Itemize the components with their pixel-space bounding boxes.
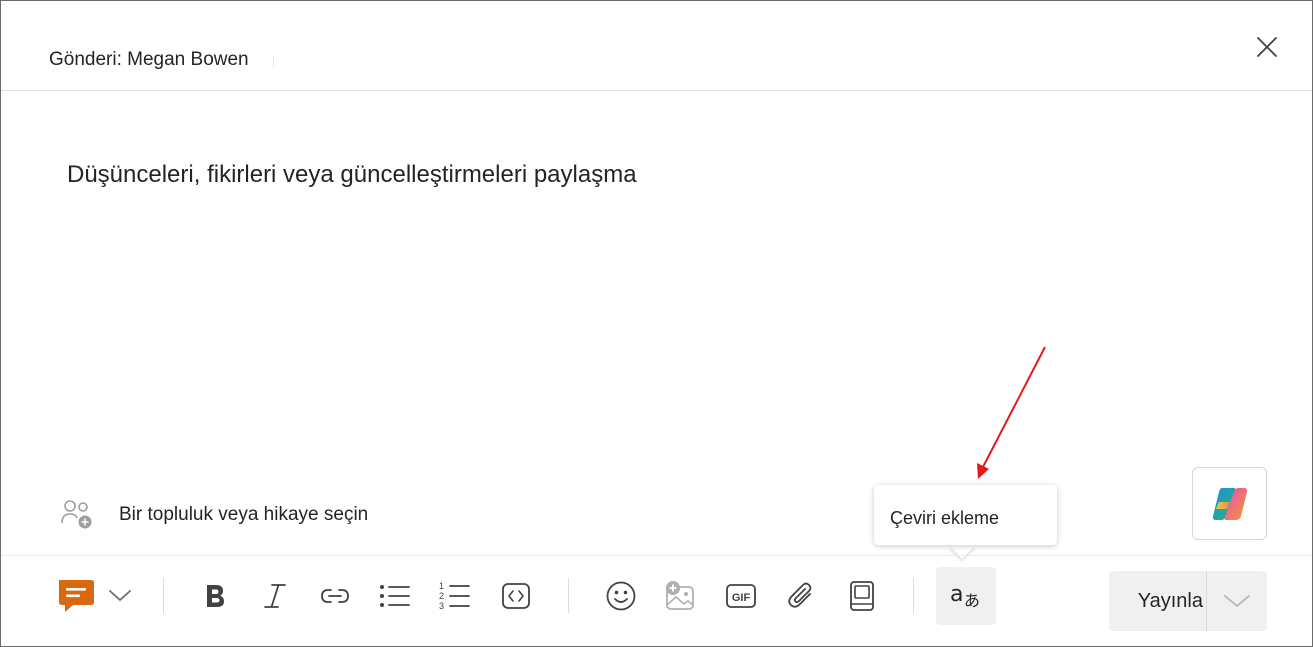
link-button[interactable] <box>315 573 355 619</box>
copilot-button[interactable] <box>1192 467 1267 540</box>
translate-button[interactable]: a あ <box>936 567 996 625</box>
numbered-list-icon: 1 2 3 <box>439 581 470 611</box>
post-dialog: Gönderi: Megan Bowen Düşünceleri, fikirl… <box>0 0 1313 647</box>
toolbar-separator <box>913 578 914 613</box>
close-button[interactable] <box>1251 31 1283 63</box>
post-body-input[interactable]: Düşünceleri, fikirleri veya güncelleştir… <box>67 161 637 189</box>
title-divider <box>273 55 274 67</box>
community-selector[interactable]: Bir topluluk veya hikaye seçin <box>59 495 368 535</box>
post-type-selector[interactable] <box>51 573 137 619</box>
bold-icon <box>207 585 224 607</box>
book-button[interactable] <box>841 573 883 619</box>
gif-icon: GIF <box>726 584 756 608</box>
svg-text:2: 2 <box>439 591 444 601</box>
community-selector-label: Bir topluluk veya hikaye seçin <box>119 504 369 525</box>
toolbar-separator <box>163 578 164 613</box>
code-icon <box>502 583 530 609</box>
gif-button[interactable]: GIF <box>720 573 762 619</box>
translate-icon: a あ <box>950 582 980 610</box>
discussion-icon <box>59 580 94 612</box>
emoji-button[interactable] <box>600 573 642 619</box>
chevron-down-icon <box>1224 595 1250 608</box>
svg-text:a: a <box>950 582 963 607</box>
translate-tooltip: Çeviri ekleme <box>874 485 1057 545</box>
attach-button[interactable] <box>780 573 822 619</box>
chevron-down-icon <box>109 590 131 602</box>
publish-group: Yayınla <box>1109 571 1267 631</box>
people-add-icon <box>59 497 95 533</box>
toolbar-divider <box>1 555 1312 556</box>
emoji-icon <box>606 581 636 611</box>
dialog-header: Gönderi: Megan Bowen <box>1 1 1312 91</box>
numbered-list-button[interactable]: 1 2 3 <box>435 573 475 619</box>
svg-text:3: 3 <box>439 601 444 611</box>
image-add-icon <box>666 581 694 610</box>
italic-button[interactable] <box>255 573 295 619</box>
bulleted-list-icon <box>380 585 410 607</box>
dialog-title: Gönderi: Megan Bowen <box>49 49 249 70</box>
attach-icon <box>788 582 812 608</box>
publish-options-button[interactable] <box>1207 571 1267 631</box>
link-icon <box>321 589 349 603</box>
image-button[interactable] <box>659 573 701 619</box>
close-icon <box>1257 37 1277 57</box>
svg-text:あ: あ <box>964 591 980 610</box>
svg-text:1: 1 <box>439 581 444 591</box>
toolbar-separator <box>568 578 569 613</box>
svg-text:GIF: GIF <box>732 592 751 604</box>
bold-button[interactable] <box>195 573 235 619</box>
code-button[interactable] <box>495 573 537 619</box>
publish-button[interactable]: Yayınla <box>1109 571 1207 631</box>
copilot-icon <box>1212 487 1247 520</box>
book-icon <box>850 581 874 611</box>
bulleted-list-button[interactable] <box>375 573 415 619</box>
italic-icon <box>264 584 286 608</box>
annotation-arrow <box>977 346 1046 479</box>
tooltip-text: Çeviri ekleme <box>890 508 1000 528</box>
